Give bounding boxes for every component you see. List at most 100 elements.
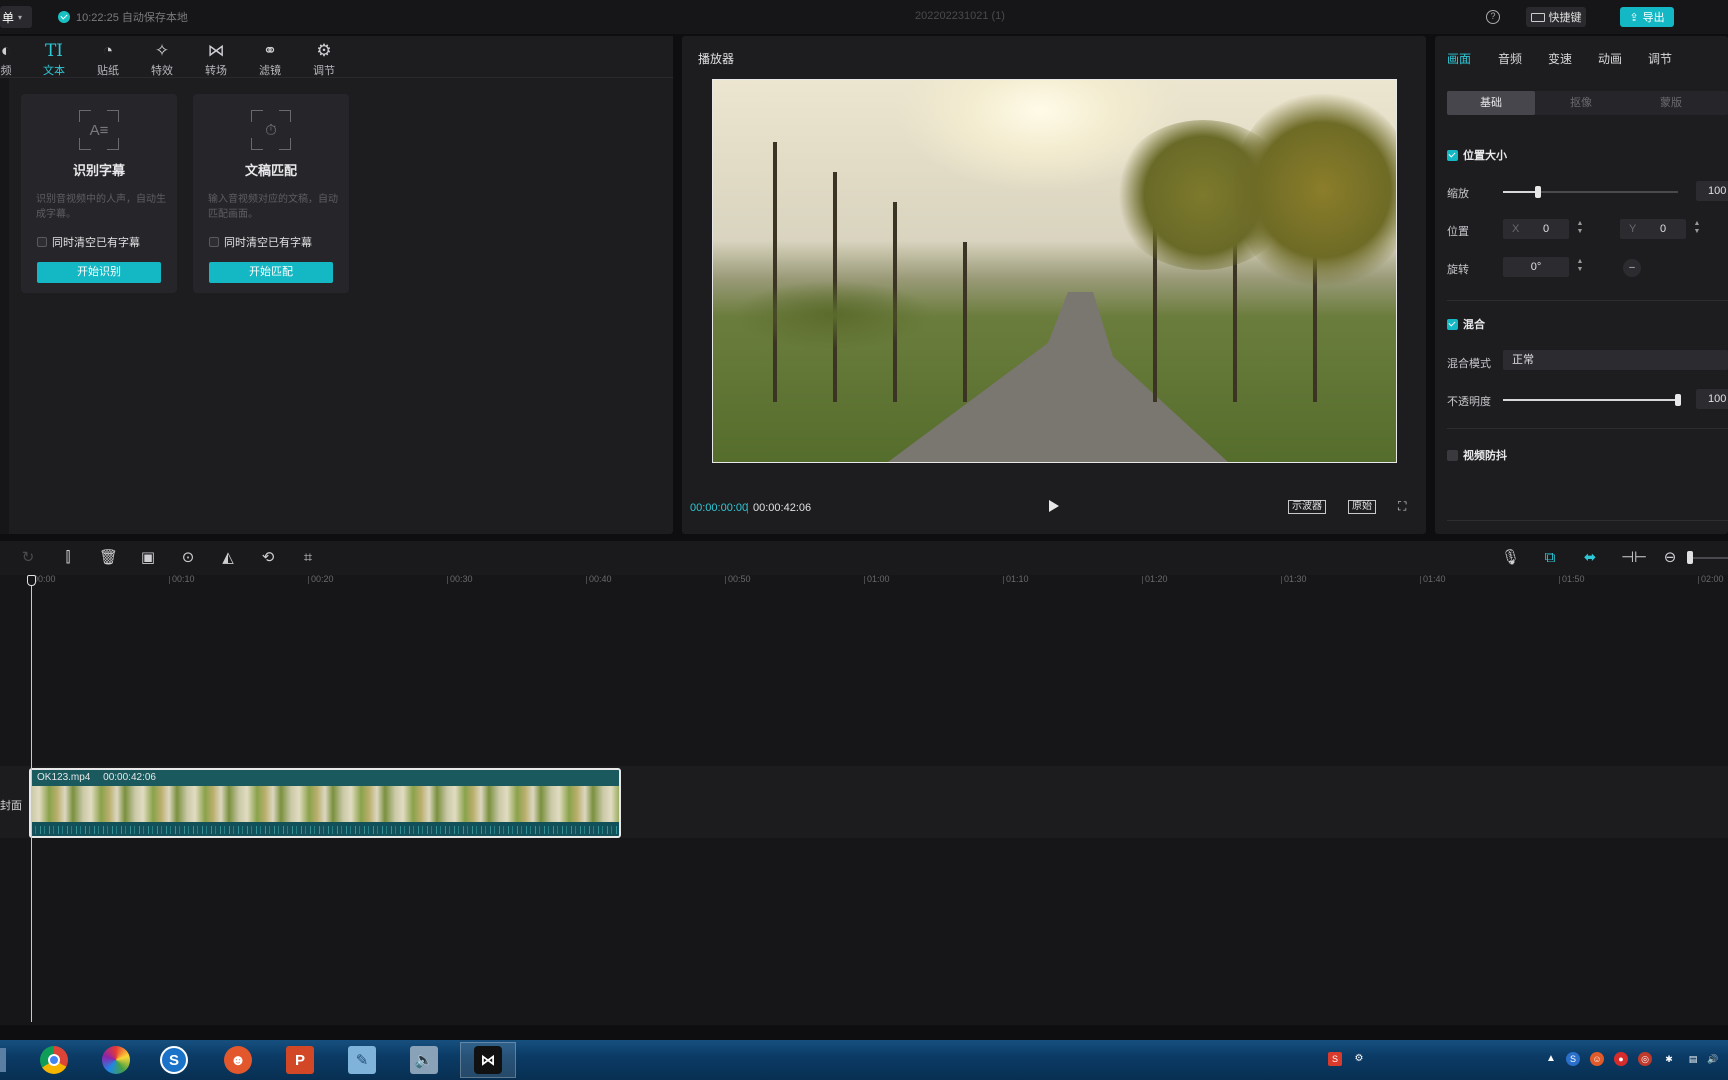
stabilize-checkbox[interactable] [1447,449,1458,461]
zoom-slider-track[interactable] [1690,557,1728,559]
subtab-mask[interactable]: 蒙版 [1627,91,1715,115]
tab-adjust-inspector[interactable]: 调节 [1648,50,1672,67]
rotate-dial-icon[interactable]: – [1623,259,1641,277]
speaker-app-icon[interactable]: 🔈 [396,1042,452,1078]
tab-text[interactable]: TI 文本 [32,40,76,78]
capcut-icon[interactable]: ⋈ [460,1042,516,1078]
preview-axis-icon[interactable]: ⊣⊢ [1621,549,1647,567]
fullscreen-icon[interactable]: ⛶ [1398,500,1410,512]
subtab-keying[interactable]: 抠像 [1537,91,1625,115]
export-button[interactable]: ⇪ 导出 [1620,7,1674,27]
transition-icon: ⋈ [207,41,225,60]
mascot-app-icon[interactable]: ☻ [210,1042,266,1078]
video-clip[interactable]: OK123.mp4 00:00:42:06 [29,768,621,838]
rotate-icon[interactable]: ⟲ [259,549,277,567]
microphone-icon[interactable]: 🎙 [1501,549,1520,567]
opacity-value[interactable]: 100 [1696,389,1728,409]
tab-picture[interactable]: 画面 [1447,50,1471,67]
tab-filter[interactable]: ⚭ 滤镜 [248,40,292,78]
position-y-field[interactable]: Y 0 [1620,219,1686,239]
menu-button[interactable]: 单 ▾ [0,6,32,28]
zoom-out-icon[interactable]: ⊖ [1661,549,1679,567]
clear-captions-option[interactable]: 同时清空已有字幕 [37,234,140,250]
notepad-icon[interactable]: ✎ [334,1042,390,1078]
stabilize-section[interactable]: 视频防抖 [1447,447,1507,463]
network-icon[interactable]: ▤ [1686,1052,1700,1066]
opacity-slider-knob[interactable] [1675,394,1681,406]
tab-audio[interactable]: 音频 [1498,50,1522,67]
section-divider [1447,300,1728,301]
zoom-slider-knob[interactable] [1687,551,1693,564]
record-icon[interactable]: ● [1614,1052,1628,1066]
reverse-icon[interactable]: ⊙ [179,549,197,567]
position-size-checkbox[interactable] [1447,149,1458,161]
play-icon[interactable] [1049,500,1059,512]
tab-sticker[interactable]: ◔ 贴纸 [86,40,130,78]
ruler-label: 01:50 [1562,574,1585,584]
rotate-stepper-icon[interactable]: ▲ ▼ [1575,258,1585,276]
crop-icon[interactable]: ⌗ [299,549,317,567]
colorful-browser-icon[interactable] [88,1042,144,1078]
timecode-separator: | [746,502,749,514]
oscilloscope-button[interactable]: 示波器 [1288,500,1326,514]
start-recognition-button[interactable]: 开始识别 [37,262,161,283]
tab-filter-label: 滤镜 [259,65,281,77]
tray-expand-icon[interactable]: ▲ [1544,1052,1558,1066]
delete-icon[interactable]: 🗑 [99,549,118,567]
y-label: Y [1629,223,1637,235]
freeze-frame-icon[interactable]: ▣ [139,549,157,567]
playhead-line[interactable] [31,580,32,1022]
autosave-text: 10:22:25 自动保存本地 [76,12,188,24]
tab-media[interactable]: ◐ 频 [0,40,28,78]
position-size-section[interactable]: 位置大小 [1447,147,1507,163]
tab-adjust[interactable]: ⚙ 调节 [302,40,346,78]
clear-captions-checkbox[interactable] [37,237,47,247]
start-edge[interactable] [0,1048,6,1072]
export-label: 导出 [1642,12,1665,24]
playhead-handle[interactable] [27,575,36,586]
script-match-card: ⏱ 文稿匹配 输入音视频对应的文稿，自动匹配画面。 同时清空已有字幕 开始匹配 [193,94,349,293]
tab-effects[interactable]: ✧ 特效 [140,40,184,78]
redo-icon[interactable]: ↻ [19,549,37,567]
x-stepper-icon[interactable]: ▲ ▼ [1575,220,1585,238]
volume-icon[interactable]: 🔊 [1706,1052,1720,1066]
start-match-button[interactable]: 开始匹配 [209,262,333,283]
ruler-label: 01:20 [1145,574,1168,584]
position-x-field[interactable]: X 0 [1503,219,1569,239]
powerpoint-icon[interactable]: P [272,1042,328,1078]
blend-mode-select[interactable]: 正常 [1503,350,1728,370]
blend-checkbox[interactable] [1447,318,1458,330]
help-icon[interactable]: ? [1486,10,1500,24]
tab-transition[interactable]: ⋈ 转场 [194,40,238,78]
tray-app-icon[interactable]: ◎ [1638,1052,1652,1066]
shortcut-button[interactable]: 快捷键 [1526,7,1586,27]
bluetooth-icon[interactable]: ✱ [1662,1052,1676,1066]
tab-animation[interactable]: 动画 [1598,50,1622,67]
sogou-input-icon[interactable]: S [1328,1052,1342,1066]
link-icon[interactable]: ⬌ [1581,549,1599,567]
blend-section[interactable]: 混合 [1447,316,1485,332]
auto-snap-icon[interactable]: ⧉ [1541,549,1559,567]
subtab-basic[interactable]: 基础 [1447,91,1535,115]
scale-value[interactable]: 100 [1696,181,1728,201]
clear-captions-checkbox[interactable] [209,237,219,247]
chrome-icon[interactable] [26,1042,82,1078]
mirror-icon[interactable]: ◭ [219,549,237,567]
y-stepper-icon[interactable]: ▲ ▼ [1692,220,1702,238]
scale-slider-knob[interactable] [1535,186,1541,198]
clear-captions-option[interactable]: 同时清空已有字幕 [209,234,312,250]
video-preview[interactable] [712,79,1397,463]
tab-speed[interactable]: 变速 [1548,50,1572,67]
qq-icon[interactable]: ☺ [1590,1052,1604,1066]
clip-header: OK123.mp4 00:00:42:06 [31,770,619,786]
tray-s-icon[interactable]: S [1566,1052,1580,1066]
input-settings-icon[interactable]: ⚙ [1352,1052,1366,1066]
rotate-value[interactable]: 0° [1503,257,1569,277]
tab-text-label: 文本 [43,65,65,77]
split-icon[interactable]: ⫿ [59,549,77,567]
cover-label[interactable]: 封面 [0,797,22,813]
keyboard-icon [1530,12,1545,22]
original-ratio-button[interactable]: 原始 [1348,500,1376,514]
check-circle-icon [58,11,70,23]
sogou-icon[interactable]: S [146,1042,202,1078]
